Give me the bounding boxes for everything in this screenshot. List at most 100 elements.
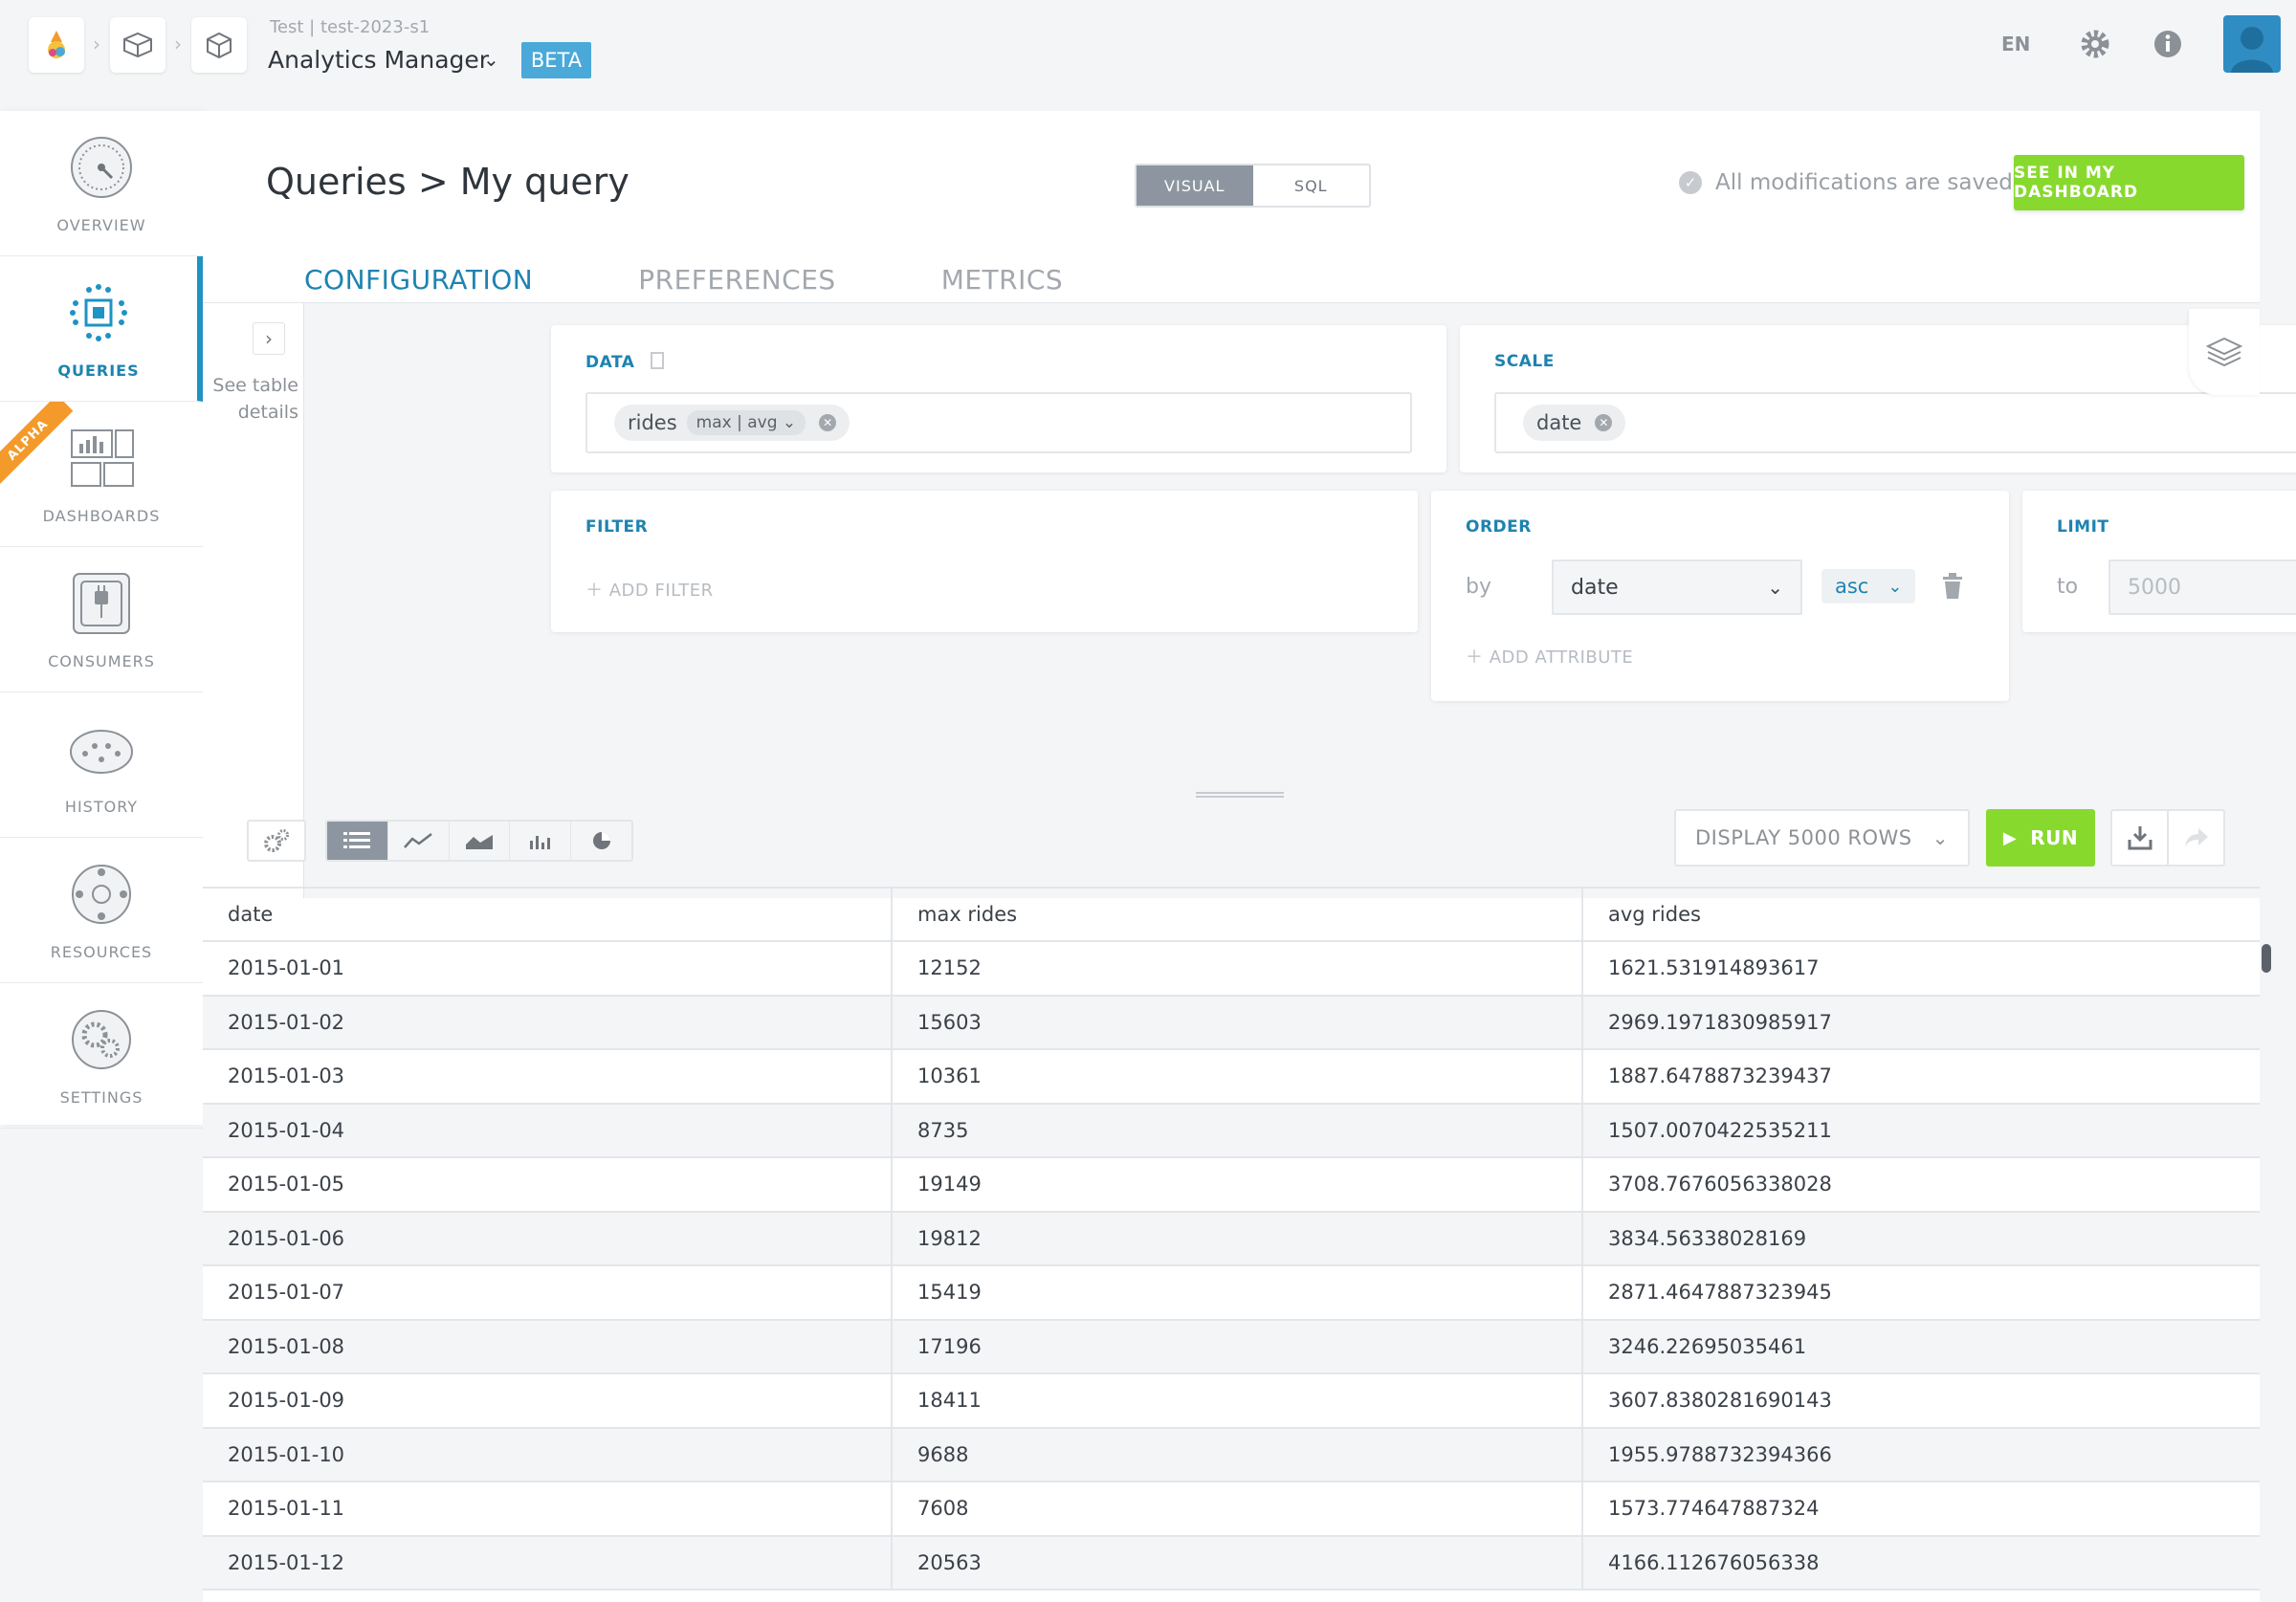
column-header[interactable]: date — [203, 889, 893, 940]
table-cell: 2015-01-05 — [203, 1158, 893, 1211]
visualization-switcher — [325, 820, 633, 862]
dashboards-icon — [71, 429, 134, 487]
sidebar-item-label: SETTINGS — [59, 1088, 144, 1107]
table-scrollbar[interactable] — [2262, 944, 2271, 973]
table-header-row: date max rides avg rides — [203, 887, 2260, 942]
scale-label: SCALE — [1494, 352, 1555, 371]
sidebar-item-queries[interactable]: QUERIES — [0, 256, 203, 402]
plug-icon — [73, 573, 130, 634]
see-in-dashboard-button[interactable]: SEE IN MY DASHBOARD — [2014, 155, 2244, 210]
share-arrow-icon — [2184, 828, 2208, 847]
layers-icon — [2205, 337, 2243, 367]
aggregation-select[interactable]: max | avg ⌄ — [686, 410, 806, 435]
export-actions — [2110, 809, 2225, 867]
filter-card: FILTER ＋ ADD FILTER — [551, 491, 1418, 632]
language-selector[interactable]: EN — [2001, 33, 2030, 55]
filter-label: FILTER — [585, 517, 649, 537]
order-label: ORDER — [1466, 517, 1532, 537]
table-cell: 18411 — [893, 1374, 1583, 1427]
limit-input[interactable]: 5000 — [2108, 560, 2296, 615]
play-icon: ▶ — [2002, 827, 2018, 848]
layers-panel-button[interactable] — [2189, 309, 2260, 395]
app-logo-button[interactable] — [29, 17, 84, 73]
column-header[interactable]: max rides — [893, 889, 1583, 940]
table-view-button[interactable] — [327, 822, 388, 860]
table-cell: 1507.0070422535211 — [1608, 1118, 1832, 1142]
resize-handle[interactable] — [1196, 792, 1284, 798]
pie-chart-button[interactable] — [571, 822, 631, 860]
breadcrumb-separator: > — [417, 161, 449, 203]
limit-card: LIMIT to 5000 — [2022, 491, 2296, 632]
data-field[interactable]: rides max | avg ⌄ ✕ — [585, 392, 1412, 453]
table-cell: 2969.1971830985917 — [1608, 1010, 1832, 1034]
column-header[interactable]: avg rides — [1583, 889, 2260, 940]
gauge-icon — [71, 137, 132, 198]
data-chip[interactable]: rides max | avg ⌄ ✕ — [614, 405, 850, 441]
table-cell: 17196 — [893, 1320, 1583, 1372]
chevron-down-icon: ⌄ — [1932, 826, 1949, 849]
order-direction-select[interactable]: asc ⌄ — [1821, 569, 1916, 603]
project-cube-button[interactable] — [110, 17, 166, 73]
table-row: 2015-01-12 20563 4166.112676056338 — [203, 1536, 2260, 1591]
module-cube-button[interactable] — [191, 17, 247, 73]
sidebar-item-label: RESOURCES — [50, 943, 153, 961]
sidebar-item-label: HISTORY — [64, 798, 139, 816]
area-chart-button[interactable] — [450, 822, 511, 860]
add-filter-button[interactable]: ＋ ADD FILTER — [585, 577, 714, 602]
bar-chart-button[interactable] — [510, 822, 572, 860]
share-button[interactable] — [2169, 811, 2223, 865]
scale-field[interactable]: date ✕ — [1494, 392, 2296, 453]
queries-icon — [70, 284, 127, 341]
mode-visual-button[interactable]: VISUAL — [1137, 165, 1253, 206]
order-card: ORDER by date ⌄ asc ⌄ ＋ ADD ATTRIBUTE — [1431, 491, 2009, 701]
sidebar-item-consumers[interactable]: CONSUMERS — [0, 547, 203, 692]
sidebar-item-history[interactable]: HISTORY — [0, 692, 203, 838]
display-rows-select[interactable]: DISPLAY 5000 ROWS ⌄ — [1674, 809, 1970, 867]
add-attribute-button[interactable]: ＋ ADD ATTRIBUTE — [1466, 644, 1633, 669]
table-row: 2015-01-02 15603 2969.1971830985917 — [203, 996, 2260, 1050]
expand-panel-button[interactable]: › — [253, 322, 285, 355]
breadcrumb-root[interactable]: Queries — [266, 161, 407, 203]
app-title[interactable]: Analytics Manager — [268, 46, 489, 74]
order-field-select[interactable]: date ⌄ — [1552, 560, 1802, 615]
breadcrumb: Queries > My query — [266, 161, 629, 203]
table-row: 2015-01-04 8735 1507.0070422535211 — [203, 1104, 2260, 1158]
user-avatar[interactable] — [2223, 15, 2281, 73]
table-row: 2015-01-08 17196 3246.22695035461 — [203, 1320, 2260, 1374]
sidebar-item-settings[interactable]: SETTINGS — [0, 983, 203, 1129]
scale-chip[interactable]: date ✕ — [1523, 405, 1626, 441]
gear-icon[interactable] — [2078, 27, 2112, 61]
table-cell: 2015-01-02 — [203, 996, 893, 1048]
table-cell: 2015-01-06 — [203, 1212, 893, 1264]
table-cell: 1887.6478873239437 — [1608, 1064, 1832, 1088]
run-button[interactable]: ▶ RUN — [1986, 809, 2095, 867]
table-row: 2015-01-09 18411 3607.8380281690143 — [203, 1374, 2260, 1429]
sidebar-item-dashboards[interactable]: ALPHA DASHBOARDS — [0, 402, 203, 547]
table-cell: 19149 — [893, 1158, 1583, 1211]
page-title: My query — [459, 161, 629, 203]
chevron-down-icon[interactable]: ⌄ — [483, 48, 499, 71]
sidebar-item-label: DASHBOARDS — [42, 507, 161, 525]
user-icon — [2231, 27, 2273, 73]
table-cell: 7608 — [893, 1482, 1583, 1535]
table-cell: 3607.8380281690143 — [1608, 1389, 1832, 1413]
see-table-details-link[interactable]: See table details — [209, 372, 298, 426]
table-row: 2015-01-07 15419 2871.4647887323945 — [203, 1266, 2260, 1321]
sidebar-item-resources[interactable]: RESOURCES — [0, 838, 203, 983]
download-button[interactable] — [2112, 811, 2169, 865]
sidebar-item-label: CONSUMERS — [48, 652, 155, 670]
remove-chip-icon[interactable]: ✕ — [1595, 414, 1613, 431]
trash-icon[interactable] — [1941, 573, 1964, 600]
info-icon[interactable] — [2151, 27, 2185, 61]
line-chart-button[interactable] — [388, 822, 450, 860]
table-details-strip: › See table details — [203, 303, 304, 898]
result-settings-button[interactable] — [247, 820, 306, 862]
remove-chip-icon[interactable]: ✕ — [819, 414, 837, 431]
sidebar-item-overview[interactable]: OVERVIEW — [0, 111, 203, 256]
table-row: 2015-01-10 9688 1955.9788732394366 — [203, 1428, 2260, 1482]
mode-sql-button[interactable]: SQL — [1253, 165, 1370, 206]
gears-icon — [264, 829, 289, 852]
check-icon: ✓ — [1679, 171, 1702, 194]
table-icon — [650, 352, 664, 369]
table-cell: 3834.56338028169 — [1608, 1226, 1807, 1250]
